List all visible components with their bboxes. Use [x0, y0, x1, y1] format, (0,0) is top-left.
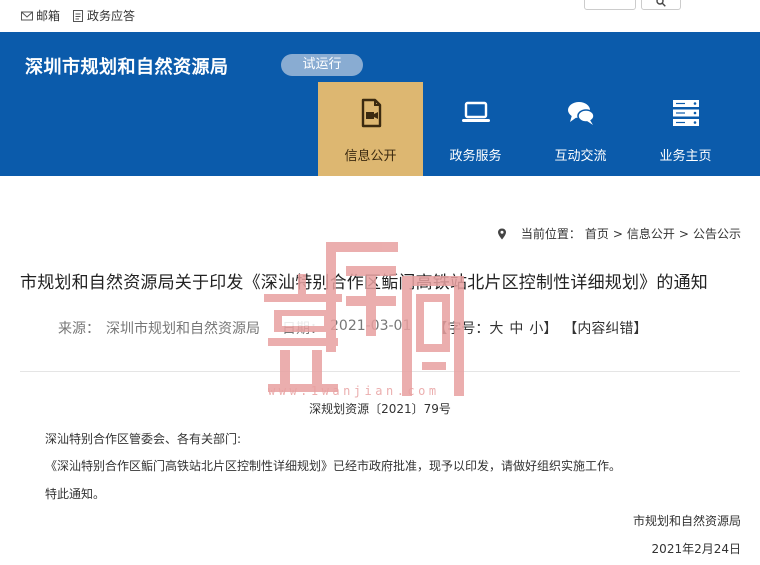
main-nav: 信息公开 政务服务 互动交流 业务主页: [318, 82, 738, 176]
recipient-line: 深汕特别合作区管委会、各有关部门:: [45, 432, 242, 446]
top-utility-bar: 邮箱 政务应答: [0, 0, 760, 32]
server-stack-icon: [673, 100, 699, 126]
nav-item-info-disclosure[interactable]: 信息公开: [318, 82, 423, 176]
source-label: 来源：: [58, 321, 100, 337]
document-camera-icon: [361, 98, 382, 128]
breadcrumb: 当前位置： 首页 > 信息公开 > 公告公示: [497, 225, 741, 242]
document-number: 深规划资源〔2021〕79号: [309, 402, 451, 416]
article-meta: 来源： 深圳市规划和自然资源局 日期： 2021-03-01 【字号： 大 中 …: [58, 318, 647, 338]
site-title[interactable]: 深圳市规划和自然资源局: [25, 53, 229, 79]
laptop-icon: [462, 101, 490, 122]
font-size-label: 【字号：: [433, 321, 490, 337]
nav-label: 互动交流: [554, 149, 607, 164]
search-icon: [656, 0, 666, 7]
breadcrumb-announcement[interactable]: 公告公示: [693, 225, 741, 242]
doc-icon: [73, 9, 83, 22]
mail-link[interactable]: 邮箱: [21, 7, 60, 24]
divider: [20, 371, 740, 372]
font-size-medium[interactable]: 中: [509, 318, 523, 338]
location-pin-icon: [497, 228, 506, 239]
body-paragraph: 《深汕特别合作区鲘门高铁站北片区控制性详细规划》已经市政府批准，现予以印发，请做…: [45, 459, 622, 473]
closing-line: 特此通知。: [45, 487, 106, 501]
date-label: 日期：: [282, 321, 324, 337]
breadcrumb-prefix: 当前位置：: [520, 227, 581, 241]
nav-item-business-home[interactable]: 业务主页: [633, 82, 738, 176]
watermark-text: www.1wanjian.com: [268, 384, 440, 398]
font-size-large[interactable]: 大: [489, 318, 503, 338]
chat-bubbles-icon: [568, 102, 595, 125]
date-value: 2021-03-01: [330, 318, 412, 334]
breadcrumb-separator: >: [678, 226, 689, 241]
affairs-link[interactable]: 政务应答: [72, 7, 135, 24]
font-size-small[interactable]: 小: [529, 318, 543, 338]
source-value: 深圳市规划和自然资源局: [106, 321, 260, 337]
signature: 市规划和自然资源局: [632, 514, 741, 528]
nav-item-gov-service[interactable]: 政务服务: [423, 82, 528, 176]
breadcrumb-info-disclosure[interactable]: 信息公开: [627, 225, 675, 242]
sign-date: 2021年2月24日: [651, 542, 741, 556]
nav-label: 政务服务: [449, 149, 502, 164]
nav-label: 业务主页: [659, 149, 712, 164]
mail-icon: [21, 11, 33, 20]
search-button[interactable]: [641, 0, 681, 10]
mail-label: 邮箱: [36, 9, 61, 23]
breadcrumb-separator: >: [612, 226, 623, 241]
breadcrumb-home[interactable]: 首页: [585, 225, 609, 242]
affairs-label: 政务应答: [87, 9, 136, 23]
trial-badge: 试运行: [281, 54, 363, 76]
font-size-close: 】: [543, 321, 558, 337]
search-input[interactable]: [584, 0, 636, 10]
nav-label: 信息公开: [344, 149, 397, 164]
content-error-report-link[interactable]: 【内容纠错】: [563, 318, 647, 338]
site-header: 深圳市规划和自然资源局 试运行 信息公开 政务服务 互动交流 业务主页: [0, 32, 760, 176]
nav-item-interaction[interactable]: 互动交流: [528, 82, 633, 176]
article-title: 市规划和自然资源局关于印发《深汕特别合作区鲘门高铁站北片区控制性详细规划》的通知: [20, 273, 708, 293]
